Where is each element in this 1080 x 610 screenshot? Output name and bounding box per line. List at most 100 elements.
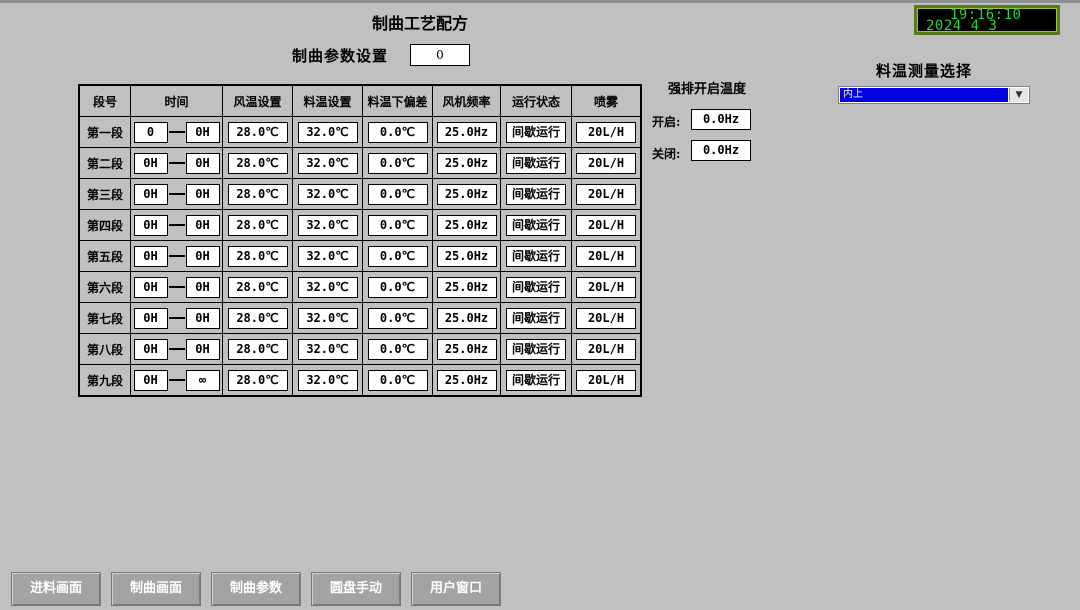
time-end-input[interactable]: 0H bbox=[185, 183, 220, 205]
spray-cell: 20L/H bbox=[571, 147, 642, 179]
fan-frequency-input[interactable]: 25.0Hz bbox=[436, 121, 497, 143]
nav-button-user-window[interactable]: 用户窗口 bbox=[411, 572, 501, 606]
spray-input[interactable]: 20L/H bbox=[576, 121, 636, 143]
segment-label: 第八段 bbox=[78, 333, 131, 365]
temp-deviation-input[interactable]: 0.0℃ bbox=[367, 276, 428, 298]
spray-input[interactable]: 20L/H bbox=[576, 214, 636, 236]
top-border-line bbox=[0, 0, 1080, 3]
time-end-input[interactable]: 0H bbox=[185, 152, 220, 174]
table-row: 第七段 0H 0H 28.0℃ 32.0℃ 0.0℃ 25.0Hz 间歇运行 20L/H bbox=[78, 302, 642, 334]
time-cell: 0H 0H bbox=[130, 147, 223, 179]
material-temp-input[interactable]: 32.0℃ bbox=[297, 245, 358, 267]
temp-deviation-input[interactable]: 0.0℃ bbox=[367, 307, 428, 329]
air-temp-input[interactable]: 28.0℃ bbox=[227, 307, 288, 329]
chevron-down-icon[interactable]: ▼ bbox=[1009, 88, 1028, 102]
time-start-input[interactable]: 0H bbox=[133, 214, 168, 236]
fan-frequency-input[interactable]: 25.0Hz bbox=[436, 276, 497, 298]
fan-frequency-input[interactable]: 25.0Hz bbox=[436, 152, 497, 174]
run-state-input[interactable]: 间歇运行 bbox=[506, 276, 566, 298]
temp-deviation-input[interactable]: 0.0℃ bbox=[367, 214, 428, 236]
material-temp-input[interactable]: 32.0℃ bbox=[297, 276, 358, 298]
material-temp-input[interactable]: 32.0℃ bbox=[297, 369, 358, 391]
temp-deviation-cell: 0.0℃ bbox=[362, 240, 433, 272]
time-start-input[interactable]: 0H bbox=[133, 245, 168, 267]
nav-button-feed[interactable]: 进料画面 bbox=[11, 572, 101, 606]
force-close-label: 关闭: bbox=[652, 147, 681, 161]
time-cell: 0H 0H bbox=[130, 178, 223, 210]
nav-button-koji[interactable]: 制曲画面 bbox=[111, 572, 201, 606]
air-temp-input[interactable]: 28.0℃ bbox=[227, 183, 288, 205]
spray-input[interactable]: 20L/H bbox=[576, 276, 636, 298]
time-dash bbox=[168, 193, 185, 195]
header-run-state: 运行状态 bbox=[500, 84, 572, 117]
spray-input[interactable]: 20L/H bbox=[576, 307, 636, 329]
fan-frequency-input[interactable]: 25.0Hz bbox=[436, 214, 497, 236]
run-state-input[interactable]: 间歇运行 bbox=[506, 214, 566, 236]
force-open-input[interactable]: 0.0Hz bbox=[691, 109, 751, 130]
material-temp-input[interactable]: 32.0℃ bbox=[297, 121, 358, 143]
fan-frequency-input[interactable]: 25.0Hz bbox=[436, 245, 497, 267]
nav-button-koji-params[interactable]: 制曲参数 bbox=[211, 572, 301, 606]
time-start-input[interactable]: 0H bbox=[133, 338, 168, 360]
time-end-input[interactable]: ∞ bbox=[185, 369, 220, 391]
air-temp-input[interactable]: 28.0℃ bbox=[227, 121, 288, 143]
spray-input[interactable]: 20L/H bbox=[576, 245, 636, 267]
temp-deviation-input[interactable]: 0.0℃ bbox=[367, 245, 428, 267]
time-start-input[interactable]: 0H bbox=[133, 276, 168, 298]
material-temp-input[interactable]: 32.0℃ bbox=[297, 307, 358, 329]
time-start-input[interactable]: 0H bbox=[133, 183, 168, 205]
time-end-input[interactable]: 0H bbox=[185, 307, 220, 329]
time-end-input[interactable]: 0H bbox=[185, 276, 220, 298]
time-end-input[interactable]: 0H bbox=[185, 214, 220, 236]
spray-cell: 20L/H bbox=[571, 178, 642, 210]
force-close-input[interactable]: 0.0Hz bbox=[691, 140, 751, 161]
temp-deviation-input[interactable]: 0.0℃ bbox=[367, 369, 428, 391]
time-end-input[interactable]: 0H bbox=[185, 121, 220, 143]
air-temp-input[interactable]: 28.0℃ bbox=[227, 338, 288, 360]
run-state-input[interactable]: 间歇运行 bbox=[506, 245, 566, 267]
run-state-input[interactable]: 间歇运行 bbox=[506, 183, 566, 205]
temp-select-title: 料温测量选择 bbox=[876, 62, 973, 80]
time-end-input[interactable]: 0H bbox=[185, 338, 220, 360]
run-state-input[interactable]: 间歇运行 bbox=[506, 152, 566, 174]
spray-input[interactable]: 20L/H bbox=[576, 369, 636, 391]
material-temp-input[interactable]: 32.0℃ bbox=[297, 152, 358, 174]
material-temp-input[interactable]: 32.0℃ bbox=[297, 183, 358, 205]
time-start-input[interactable]: 0H bbox=[133, 369, 168, 391]
temp-select-value[interactable]: 内上 bbox=[840, 88, 1008, 102]
fan-frequency-input[interactable]: 25.0Hz bbox=[436, 183, 497, 205]
param-input[interactable]: 0 bbox=[410, 44, 470, 66]
fan-frequency-input[interactable]: 25.0Hz bbox=[436, 307, 497, 329]
fan-frequency-input[interactable]: 25.0Hz bbox=[436, 338, 497, 360]
time-end-input[interactable]: 0H bbox=[185, 245, 220, 267]
spray-input[interactable]: 20L/H bbox=[576, 183, 636, 205]
temp-deviation-input[interactable]: 0.0℃ bbox=[367, 152, 428, 174]
fan-frequency-cell: 25.0Hz bbox=[432, 364, 501, 397]
fan-frequency-input[interactable]: 25.0Hz bbox=[436, 369, 497, 391]
temp-select-dropdown[interactable]: 内上 ▼ bbox=[838, 86, 1030, 104]
material-temp-input[interactable]: 32.0℃ bbox=[297, 338, 358, 360]
air-temp-input[interactable]: 28.0℃ bbox=[227, 245, 288, 267]
time-dash bbox=[168, 379, 185, 381]
temp-deviation-input[interactable]: 0.0℃ bbox=[367, 121, 428, 143]
time-start-input[interactable]: 0H bbox=[133, 307, 168, 329]
temp-deviation-input[interactable]: 0.0℃ bbox=[367, 183, 428, 205]
run-state-input[interactable]: 间歇运行 bbox=[506, 338, 566, 360]
run-state-input[interactable]: 间歇运行 bbox=[506, 369, 566, 391]
material-temp-cell: 32.0℃ bbox=[292, 240, 363, 272]
time-start-input[interactable]: 0H bbox=[133, 152, 168, 174]
air-temp-input[interactable]: 28.0℃ bbox=[227, 214, 288, 236]
nav-button-disc-manual[interactable]: 圆盘手动 bbox=[311, 572, 401, 606]
air-temp-input[interactable]: 28.0℃ bbox=[227, 369, 288, 391]
spray-input[interactable]: 20L/H bbox=[576, 338, 636, 360]
temp-deviation-input[interactable]: 0.0℃ bbox=[367, 338, 428, 360]
run-state-input[interactable]: 间歇运行 bbox=[506, 307, 566, 329]
material-temp-input[interactable]: 32.0℃ bbox=[297, 214, 358, 236]
air-temp-input[interactable]: 28.0℃ bbox=[227, 276, 288, 298]
air-temp-input[interactable]: 28.0℃ bbox=[227, 152, 288, 174]
time-dash bbox=[168, 162, 185, 164]
run-state-input[interactable]: 间歇运行 bbox=[506, 121, 566, 143]
spray-cell: 20L/H bbox=[571, 116, 642, 148]
time-start-input[interactable]: 0 bbox=[133, 121, 168, 143]
spray-input[interactable]: 20L/H bbox=[576, 152, 636, 174]
